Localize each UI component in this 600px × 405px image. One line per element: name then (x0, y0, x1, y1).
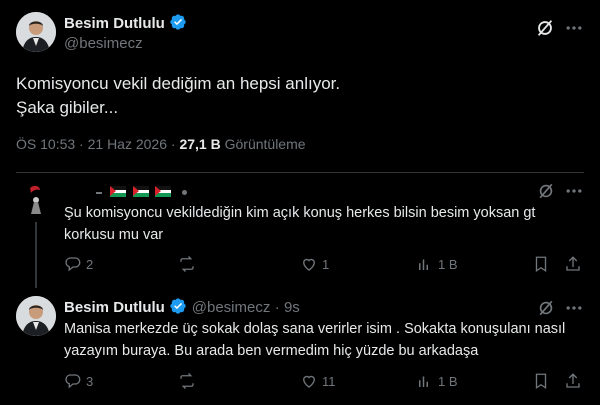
reply-count: 2 (86, 256, 94, 272)
views-count: 1 B (438, 373, 458, 389)
bookmark-icon (535, 256, 547, 273)
share-icon (566, 373, 580, 388)
like-count: 11 (322, 373, 336, 389)
avatar[interactable] (16, 296, 56, 336)
post-time[interactable]: ÖS 10:53 (16, 136, 75, 152)
views-icon (419, 259, 428, 270)
view-label: Görüntüleme (224, 136, 306, 152)
verified-badge-icon (169, 13, 187, 36)
view-count: 27,1 B (179, 136, 221, 152)
heart-icon (303, 258, 315, 271)
bookmark-button[interactable] (532, 255, 550, 273)
post-date[interactable]: 21 Haz 2026 (88, 136, 167, 152)
like-button[interactable]: 1 (300, 255, 329, 273)
reply-icon (65, 374, 81, 389)
grok-icon[interactable] (536, 181, 556, 201)
palestine-flag-icon (155, 186, 172, 197)
views-count: 1 B (438, 256, 458, 272)
share-button[interactable] (564, 255, 582, 273)
reply-text: Manisa merkezde üç sokak dolaş sana veri… (64, 321, 566, 359)
repost-button[interactable] (177, 255, 201, 273)
grok-icon[interactable] (536, 298, 556, 318)
author-handle[interactable]: @besimecz (192, 299, 271, 316)
bookmark-button[interactable] (532, 372, 550, 390)
post-meta: ÖS 10:53 · 21 Haz 2026 · 27,1 B Görüntül… (16, 136, 306, 152)
views-button[interactable]: 1 B (416, 372, 458, 390)
author-handle[interactable]: @besimecz (64, 35, 143, 52)
reply-button[interactable]: 3 (64, 372, 93, 390)
share-icon (566, 256, 580, 271)
more-options-icon[interactable] (564, 298, 584, 318)
avatar[interactable] (16, 178, 56, 218)
bookmark-icon (535, 373, 547, 390)
author-name[interactable]: Besim Dutlulu (64, 299, 165, 316)
reply-text: Şu komisyoncu vekildediğin kim açık konu… (64, 205, 536, 243)
like-button[interactable]: 11 (300, 372, 336, 390)
more-options-icon[interactable] (564, 18, 584, 38)
post-text: Komisyoncu vekil dediğim an hepsi anlıyo… (16, 72, 576, 120)
reply-icon (65, 257, 81, 272)
repost-icon (180, 256, 194, 272)
views-button[interactable]: 1 B (416, 255, 458, 273)
reply-button[interactable]: 2 (64, 255, 93, 273)
share-button[interactable] (564, 372, 582, 390)
author-name[interactable]: Besim Dutlulu (64, 15, 165, 32)
more-options-icon[interactable] (564, 181, 584, 201)
verified-badge-icon (169, 297, 187, 320)
like-count: 1 (322, 256, 330, 272)
reply-actions: 2 1 1 B (64, 255, 584, 275)
post-text-line: Komisyoncu vekil dediğim an hepsi anlıyo… (16, 74, 341, 93)
display-name-flags[interactable] (96, 183, 187, 201)
reply-actions: 3 11 1 B (64, 372, 584, 392)
repost-button[interactable] (177, 372, 201, 390)
post-text-line: Şaka gibiler... (16, 98, 119, 117)
post-time-ago[interactable]: 9s (284, 299, 300, 316)
repost-icon (180, 373, 194, 389)
grok-icon[interactable] (534, 17, 556, 39)
views-icon (419, 376, 428, 387)
heart-icon (303, 375, 315, 388)
avatar[interactable] (16, 12, 56, 52)
palestine-flag-icon (110, 186, 127, 197)
divider (16, 172, 584, 173)
thread-line (35, 222, 37, 288)
reply-count: 3 (86, 373, 94, 389)
palestine-flag-icon (132, 186, 149, 197)
